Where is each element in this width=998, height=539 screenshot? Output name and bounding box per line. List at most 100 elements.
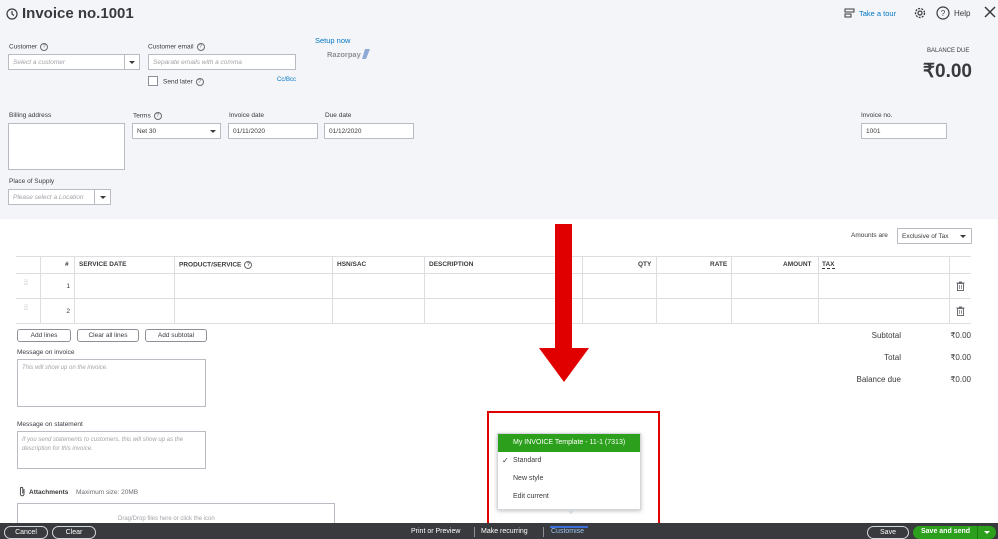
recent-history-icon[interactable] xyxy=(6,8,18,22)
place-of-supply-label: Place of Supply xyxy=(9,178,55,185)
trash-icon[interactable] xyxy=(956,306,965,318)
annotation-highlight-box xyxy=(487,411,660,528)
table-col-divider xyxy=(174,256,175,323)
save-and-send-button[interactable]: Save and send xyxy=(913,526,996,539)
split-divider xyxy=(977,526,978,539)
clear-all-lines-button[interactable]: Clear all lines xyxy=(77,329,139,342)
customer-email-input[interactable]: Separate emails with a comma xyxy=(148,54,296,70)
place-of-supply-divider xyxy=(94,190,95,204)
amounts-are-label: Amounts are xyxy=(851,232,888,239)
send-later-label: Send later? xyxy=(163,78,204,86)
place-of-supply-select[interactable]: Please select a Location xyxy=(8,189,111,205)
balance-due-summary-value: ₹0.00 xyxy=(950,375,971,384)
col-header-amount: AMOUNT xyxy=(783,261,812,268)
customer-select[interactable]: Select a customer xyxy=(8,54,140,70)
row-number: 2 xyxy=(66,308,70,315)
product-help-icon[interactable]: ? xyxy=(244,261,253,269)
col-header-hsn-sac: HSN/SAC xyxy=(337,261,367,268)
customise-link[interactable]: Customise xyxy=(551,528,584,535)
setup-now-link[interactable]: Setup now xyxy=(315,36,350,45)
due-date-label: Due date xyxy=(325,112,352,119)
cc-bcc-link[interactable]: Cc/Bcc xyxy=(277,77,296,83)
trash-icon[interactable] xyxy=(956,281,965,293)
customer-select-divider xyxy=(124,55,125,69)
footer-divider xyxy=(474,527,475,537)
invoice-no-input[interactable]: 1001 xyxy=(861,123,947,139)
total-value: ₹0.00 xyxy=(950,353,971,362)
table-col-divider xyxy=(656,256,657,323)
total-label: Total xyxy=(884,353,901,362)
invoice-header-area xyxy=(0,0,998,219)
table-col-divider xyxy=(74,256,75,323)
drop-zone-text: Drag/Drop files here or click the icon xyxy=(118,516,215,522)
subtotal-label: Subtotal xyxy=(871,331,901,340)
message-statement-input[interactable]: If you send statements to customers, thi… xyxy=(17,431,206,469)
page-title: Invoice no.1001 xyxy=(22,5,134,22)
print-preview-link[interactable]: Print or Preview xyxy=(411,528,460,535)
terms-select[interactable]: Net 30 xyxy=(132,123,221,139)
help-label: Help xyxy=(954,9,971,18)
clear-button[interactable]: Clear xyxy=(52,526,96,539)
customise-active-underline xyxy=(550,526,588,528)
footer-divider xyxy=(543,527,544,537)
table-col-divider xyxy=(731,256,732,323)
col-header-service-date: SERVICE DATE xyxy=(79,261,127,268)
send-later-help-icon[interactable]: ? xyxy=(195,78,204,86)
attachment-drop-zone[interactable]: Drag/Drop files here or click the icon xyxy=(17,503,335,524)
col-header-product-service: PRODUCT/SERVICE? xyxy=(179,261,253,269)
table-top-border xyxy=(16,256,971,257)
table-col-divider xyxy=(424,256,425,323)
table-header-border xyxy=(16,273,971,274)
col-header-qty: QTY xyxy=(638,261,652,268)
make-recurring-link[interactable]: Make recurring xyxy=(481,528,528,535)
paperclip-icon xyxy=(19,486,26,499)
table-bottom-border xyxy=(16,323,971,324)
message-invoice-label: Message on invoice xyxy=(17,349,75,356)
terms-chevron-down-icon xyxy=(210,130,216,133)
add-lines-button[interactable]: Add lines xyxy=(17,329,71,342)
table-col-divider xyxy=(949,256,950,323)
cancel-button[interactable]: Cancel xyxy=(4,526,48,539)
add-subtotal-button[interactable]: Add subtotal xyxy=(145,329,207,342)
save-button[interactable]: Save xyxy=(867,526,909,539)
attachments-max-size: Maximum size: 20MB xyxy=(76,489,139,496)
terms-help-icon[interactable]: ? xyxy=(153,112,162,120)
customer-help-icon[interactable]: ? xyxy=(40,43,49,51)
col-header-rate: RATE xyxy=(710,261,728,268)
close-icon[interactable] xyxy=(984,6,996,20)
balance-due-summary-label: Balance due xyxy=(856,375,901,384)
table-col-divider xyxy=(332,256,333,323)
settings-gear-icon[interactable] xyxy=(913,6,927,22)
tour-icon xyxy=(844,8,855,18)
attachments-label: Attachments xyxy=(29,489,69,496)
customer-email-label: Customer email? xyxy=(148,43,205,51)
table-row-border xyxy=(16,298,971,299)
save-and-send-label: Save and send xyxy=(921,528,971,535)
invoice-date-input[interactable]: 01/11/2020 xyxy=(228,123,318,139)
svg-text:?: ? xyxy=(941,9,946,18)
row-number: 1 xyxy=(66,283,70,290)
table-col-divider xyxy=(40,256,41,323)
amounts-chevron-down-icon xyxy=(960,235,966,238)
col-header-tax: TAX xyxy=(822,261,835,269)
help-button[interactable]: ? Help xyxy=(936,6,976,20)
annotation-arrow xyxy=(539,224,589,386)
email-help-icon[interactable]: ? xyxy=(196,43,205,51)
message-invoice-input[interactable]: This will show up on the invoice. xyxy=(17,359,206,407)
drag-handle-icon[interactable]: ⁞⁞ xyxy=(24,280,30,290)
balance-due-amount: ₹0.00 xyxy=(922,61,972,82)
invoice-date-label: Invoice date xyxy=(229,112,265,119)
due-date-input[interactable]: 01/12/2020 xyxy=(324,123,414,139)
balance-due-label: BALANCE DUE xyxy=(927,48,970,54)
send-later-checkbox[interactable] xyxy=(148,76,158,86)
terms-label: Terms? xyxy=(133,112,162,120)
razorpay-icon xyxy=(362,49,371,61)
col-header-description: DESCRIPTION xyxy=(429,261,474,268)
table-col-divider xyxy=(818,256,819,323)
message-statement-label: Message on statement xyxy=(17,421,83,428)
drag-handle-icon[interactable]: ⁞⁞ xyxy=(24,305,30,315)
billing-address-input[interactable] xyxy=(8,123,125,170)
place-chevron-down-icon xyxy=(100,196,106,199)
save-send-chevron-down-icon[interactable] xyxy=(984,531,990,534)
customer-label: Customer? xyxy=(9,43,49,51)
